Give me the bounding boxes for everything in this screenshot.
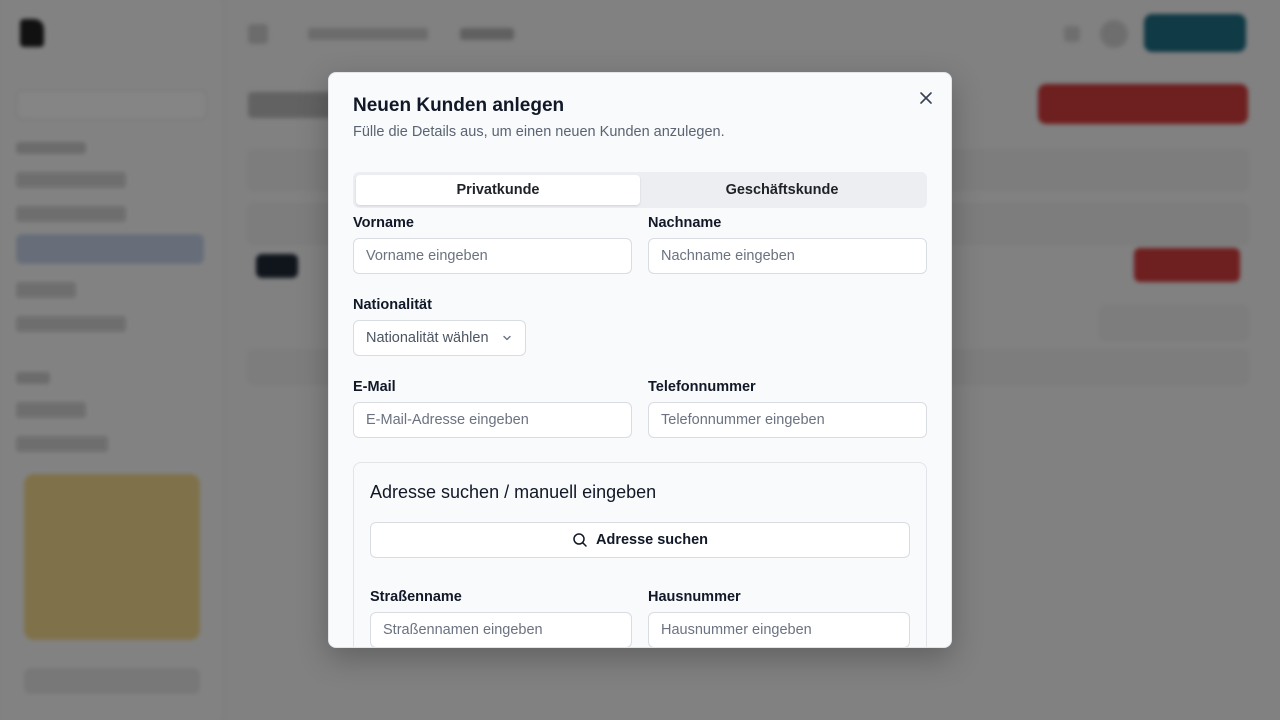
email-group: E-Mail <box>353 378 632 438</box>
dialog-description: Fülle die Details aus, um einen neuen Ku… <box>353 124 725 140</box>
address-search-button[interactable]: Adresse suchen <box>370 522 910 558</box>
email-input[interactable] <box>353 402 632 438</box>
address-card: Adresse suchen / manuell eingeben Adress… <box>353 462 927 647</box>
first-name-label: Vorname <box>353 215 414 231</box>
close-icon <box>920 92 932 104</box>
phone-group: Telefonnummer <box>648 378 927 438</box>
phone-label: Telefonnummer <box>648 379 756 395</box>
first-name-input[interactable] <box>353 238 632 274</box>
house-number-label: Hausnummer <box>648 589 741 605</box>
new-customer-dialog: Neuen Kunden anlegen Fülle die Details a… <box>328 72 952 648</box>
last-name-input[interactable] <box>648 238 927 274</box>
street-label: Straßenname <box>370 589 462 605</box>
tab-privatkunde[interactable]: Privatkunde <box>356 175 640 205</box>
nationality-group: Nationalität Nationalität wählen <box>353 296 927 356</box>
nationality-select-value: Nationalität wählen <box>366 330 489 346</box>
chevron-down-icon <box>503 335 511 341</box>
dialog-title: Neuen Kunden anlegen <box>353 95 565 116</box>
house-number-input[interactable] <box>648 612 910 647</box>
last-name-label: Nachname <box>648 215 722 231</box>
phone-input[interactable] <box>648 402 927 438</box>
close-button[interactable] <box>915 87 937 109</box>
nationality-label: Nationalität <box>353 297 432 313</box>
search-icon <box>573 533 587 547</box>
email-label: E-Mail <box>353 379 396 395</box>
name-row: Vorname Nachname <box>353 214 927 274</box>
last-name-group: Nachname <box>648 214 927 274</box>
street-input[interactable] <box>370 612 632 647</box>
nationality-select[interactable]: Nationalität wählen <box>353 320 526 356</box>
first-name-group: Vorname <box>353 214 632 274</box>
address-title: Adresse suchen / manuell eingeben <box>370 482 657 502</box>
street-row: Straßenname Hausnummer <box>370 588 910 647</box>
contact-row: E-Mail Telefonnummer <box>353 378 927 438</box>
address-search-label: Adresse suchen <box>595 532 709 548</box>
tab-geschaeftskunde[interactable]: Geschäftskunde <box>640 175 924 205</box>
customer-type-tabs: Privatkunde Geschäftskunde <box>353 172 927 208</box>
house-number-group: Hausnummer <box>648 588 910 647</box>
street-group: Straßenname <box>370 588 632 647</box>
